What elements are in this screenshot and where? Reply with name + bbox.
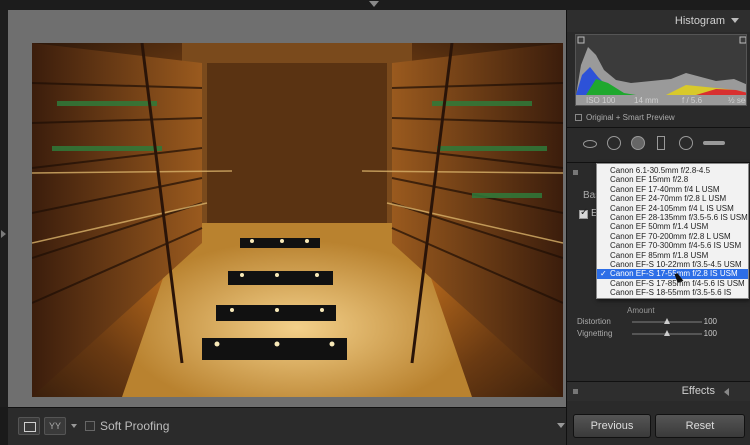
focal-length-value: 14 mm <box>634 96 659 105</box>
histogram-title: Histogram <box>674 15 725 27</box>
distortion-slider[interactable] <box>632 318 702 324</box>
check-icon: ✓ <box>600 269 607 279</box>
effects-panel-header[interactable]: Effects <box>567 381 750 401</box>
toolbar-menu-icon[interactable] <box>557 423 565 428</box>
amount-label: Amount <box>627 306 655 315</box>
histogram-graph[interactable]: ISO 100 14 mm f / 5.6 ½ sec <box>575 34 747 106</box>
radial-filter-icon[interactable] <box>679 136 693 150</box>
lens-option[interactable]: Canon EF 85mm f/1.8 USM <box>597 251 748 260</box>
loupe-view-button[interactable] <box>18 417 40 435</box>
preview-status-label: Original + Smart Preview <box>586 113 675 122</box>
distortion-label: Distortion <box>577 317 611 326</box>
lens-option-selected[interactable]: ✓ Canon EF-S 17-55mm f/2.8 IS USM <box>597 269 748 279</box>
tool-strip <box>575 136 747 152</box>
soft-proofing-checkbox[interactable] <box>85 421 95 431</box>
lens-option[interactable]: Canon EF-S 18-55mm f/3.5-5.6 IS <box>597 288 748 297</box>
left-panel-toggle-icon[interactable] <box>1 230 6 238</box>
soft-proofing-label: Soft Proofing <box>100 419 170 433</box>
photo-canvas <box>8 10 566 407</box>
lens-option[interactable]: Canon EF 70-200mm f/2.8 L USM <box>597 232 748 241</box>
crop-overlay-icon[interactable] <box>583 140 597 148</box>
distortion-slider-thumb[interactable] <box>664 318 670 324</box>
effects-title: Effects <box>681 385 715 397</box>
preview-status-icon <box>575 114 582 121</box>
aperture-value: f / 5.6 <box>682 96 703 105</box>
library-photo-art <box>32 43 563 397</box>
lens-model-dropdown[interactable]: Canon 6.1-30.5mm f/2.8-4.5 Canon EF 15mm… <box>596 163 749 299</box>
top-panel-toggle-icon[interactable] <box>369 1 379 7</box>
lens-option[interactable]: Canon EF-S 10-22mm f/3.5-4.5 USM <box>597 260 748 269</box>
shutter-value: ½ sec <box>728 96 746 105</box>
panel-solo-icon[interactable] <box>573 389 578 394</box>
library-photo <box>32 43 563 397</box>
distortion-slider-row: Distortion 100 <box>577 317 745 327</box>
vignetting-slider[interactable] <box>632 330 702 336</box>
reset-button[interactable]: Reset <box>655 414 745 438</box>
histogram-header[interactable]: Histogram <box>567 10 750 32</box>
vignetting-value[interactable]: 100 <box>704 329 717 338</box>
vignetting-slider-row: Vignetting 100 <box>577 329 745 339</box>
graduated-filter-icon[interactable] <box>657 136 665 150</box>
spot-removal-icon[interactable] <box>607 136 621 150</box>
adjustment-brush-icon[interactable] <box>703 141 725 145</box>
collapse-triangle-icon[interactable] <box>731 18 739 23</box>
left-panel-strip <box>0 10 8 407</box>
vignetting-label: Vignetting <box>577 329 613 338</box>
red-eye-icon[interactable] <box>631 136 645 150</box>
lens-option[interactable]: Canon EF 24-70mm f/2.8 L USM <box>597 194 748 203</box>
previous-button[interactable]: Previous <box>573 414 651 438</box>
panel-solo-icon[interactable] <box>573 170 578 175</box>
iso-value: ISO 100 <box>586 96 616 105</box>
lens-option[interactable]: Canon EF 17-40mm f/4 L USM <box>597 185 748 194</box>
lens-option[interactable]: Canon EF 28-135mm f/3.5-5.6 IS USM <box>597 213 748 222</box>
lens-option[interactable]: Canon EF-S 17-85mm f/4-5.6 IS USM <box>597 279 748 288</box>
lens-option[interactable]: Canon EF 24-105mm f/4 L IS USM <box>597 204 748 213</box>
distortion-value[interactable]: 100 <box>704 317 717 326</box>
expand-triangle-icon[interactable] <box>724 388 729 396</box>
compare-view-button[interactable]: YY <box>44 417 66 435</box>
lens-option[interactable]: Canon EF 50mm f/1.4 USM <box>597 222 748 231</box>
panel-divider <box>567 127 750 128</box>
lens-option[interactable]: Canon EF 70-300mm f/4-5.6 IS USM <box>597 241 748 250</box>
top-panel-strip <box>0 0 750 10</box>
enable-profile-checkbox[interactable] <box>579 207 588 219</box>
lens-option[interactable]: Canon EF 15mm f/2.8 <box>597 175 748 184</box>
smart-preview-status: Original + Smart Preview <box>575 113 675 122</box>
lens-option[interactable]: Canon 6.1-30.5mm f/2.8-4.5 <box>597 166 748 175</box>
bottom-toolbar: YY Soft Proofing <box>8 407 566 445</box>
vignetting-slider-thumb[interactable] <box>664 330 670 336</box>
compare-dropdown-icon[interactable] <box>71 424 77 428</box>
